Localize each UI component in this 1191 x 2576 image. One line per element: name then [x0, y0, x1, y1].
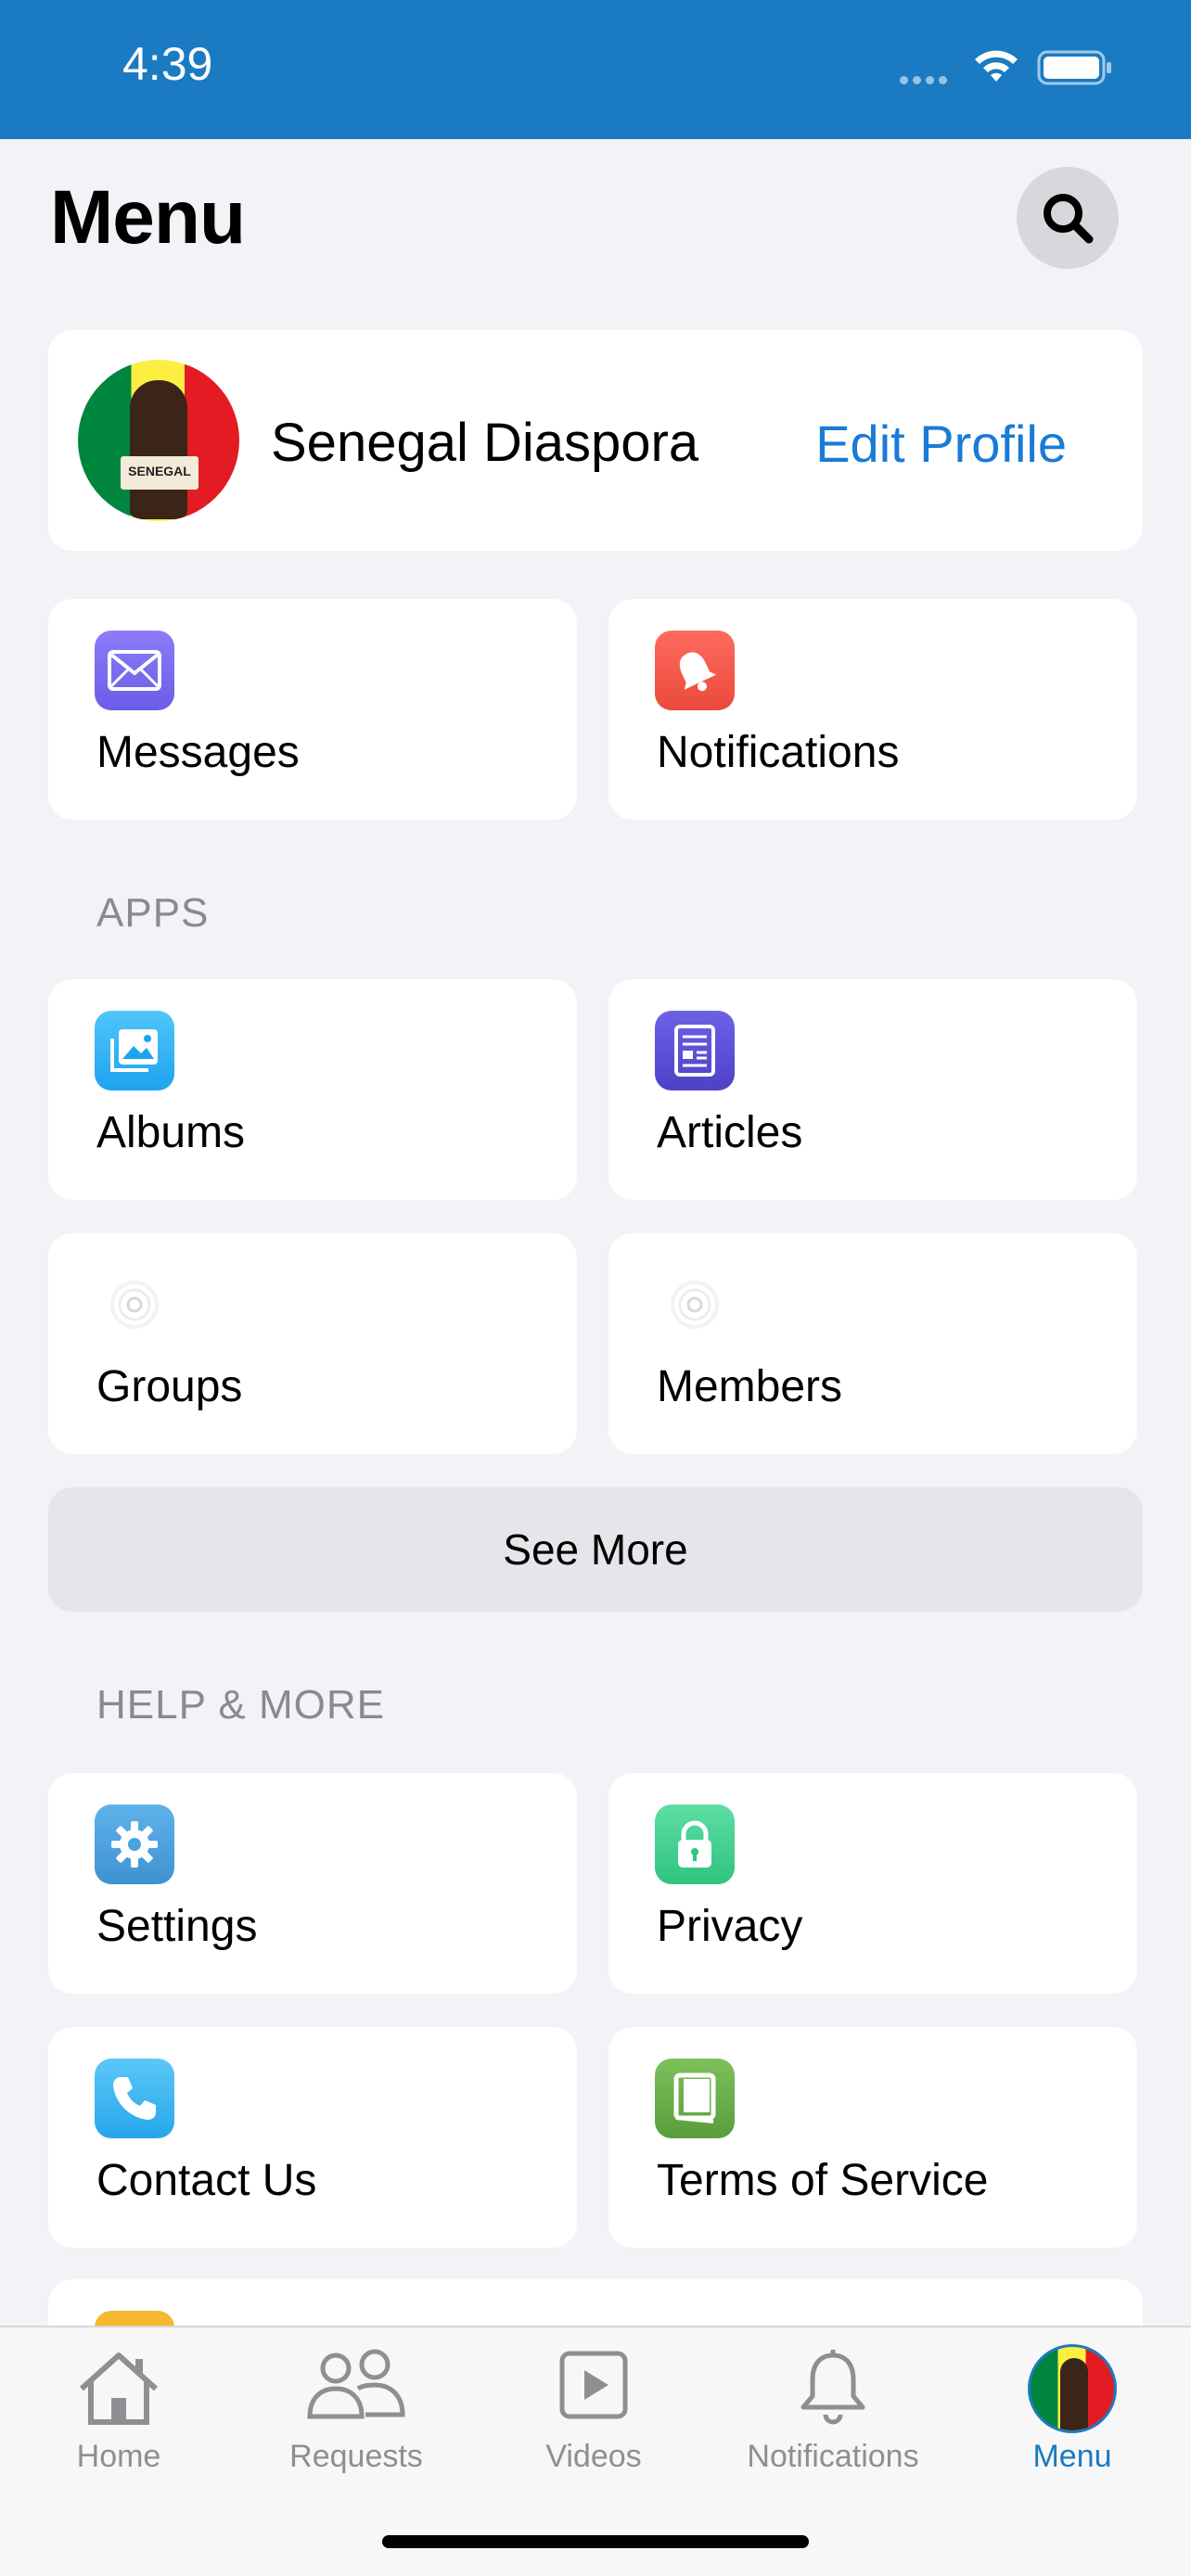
articles-label: Articles [657, 1108, 803, 1157]
notifications-label: Notifications [657, 728, 900, 777]
signal-icon [900, 72, 955, 84]
members-label: Members [657, 1362, 843, 1411]
people-icon [307, 2349, 405, 2419]
gear-icon [95, 1804, 174, 1884]
tab-menu[interactable]: Menu [954, 2327, 1191, 2504]
tab-videos[interactable]: Videos [475, 2327, 712, 2504]
groups-label: Groups [96, 1362, 243, 1411]
home-indicator [382, 2535, 809, 2548]
loading-placeholder-icon [95, 1265, 174, 1345]
photo-album-icon [95, 1011, 174, 1090]
see-more-button[interactable]: See More [48, 1487, 1143, 1612]
phone-icon [95, 2059, 174, 2138]
tab-home[interactable]: Home [0, 2327, 237, 2504]
avatar: SENEGAL [78, 360, 239, 521]
groups-tile[interactable]: Groups [48, 1233, 577, 1454]
loading-placeholder-icon [655, 1265, 735, 1345]
avatar-sign-text: SENEGAL [128, 464, 191, 478]
bell-icon [655, 631, 735, 710]
notifications-tile[interactable]: Notifications [608, 599, 1137, 820]
bell-outline-icon [800, 2350, 865, 2425]
search-button[interactable] [1017, 167, 1119, 269]
video-play-icon [559, 2351, 628, 2419]
search-icon [1044, 194, 1094, 244]
page-title: Menu [50, 175, 246, 260]
status-time: 4:39 [122, 38, 213, 90]
tab-menu-label: Menu [1032, 2439, 1112, 2474]
profile-card[interactable]: SENEGAL Senegal Diaspora Edit Profile [48, 330, 1143, 551]
wifi-icon [975, 50, 1018, 82]
privacy-tile[interactable]: Privacy [608, 1773, 1137, 1994]
tab-notifications-label: Notifications [747, 2439, 919, 2474]
help-more-section-header: HELP & MORE [96, 1682, 385, 1728]
albums-tile[interactable]: Albums [48, 979, 577, 1200]
envelope-icon [95, 631, 174, 710]
contact-us-tile[interactable]: Contact Us [48, 2027, 577, 2248]
tab-requests[interactable]: Requests [237, 2327, 475, 2504]
privacy-label: Privacy [657, 1902, 803, 1951]
apps-section-header: APPS [96, 890, 210, 936]
messages-tile[interactable]: Messages [48, 599, 577, 820]
contact-us-label: Contact Us [96, 2156, 317, 2205]
status-bar: 4:39 [0, 0, 1191, 139]
albums-label: Albums [96, 1108, 246, 1157]
settings-tile[interactable]: Settings [48, 1773, 577, 1994]
tab-requests-label: Requests [289, 2439, 423, 2474]
newspaper-icon [655, 1011, 735, 1090]
home-icon [79, 2353, 159, 2425]
edit-profile-link[interactable]: Edit Profile [815, 414, 1067, 474]
tab-home-label: Home [76, 2439, 161, 2474]
avatar [1028, 2344, 1117, 2433]
lock-icon [655, 1804, 735, 1884]
settings-label: Settings [96, 1902, 258, 1951]
messages-label: Messages [96, 728, 300, 777]
book-icon [655, 2059, 735, 2138]
terms-of-service-label: Terms of Service [657, 2156, 989, 2205]
tab-videos-label: Videos [545, 2439, 642, 2474]
tab-notifications[interactable]: Notifications [714, 2327, 952, 2504]
articles-tile[interactable]: Articles [608, 979, 1137, 1200]
terms-of-service-tile[interactable]: Terms of Service [608, 2027, 1137, 2248]
members-tile[interactable]: Members [608, 1233, 1137, 1454]
battery-icon [1037, 50, 1111, 85]
profile-name: Senegal Diaspora [271, 413, 699, 473]
